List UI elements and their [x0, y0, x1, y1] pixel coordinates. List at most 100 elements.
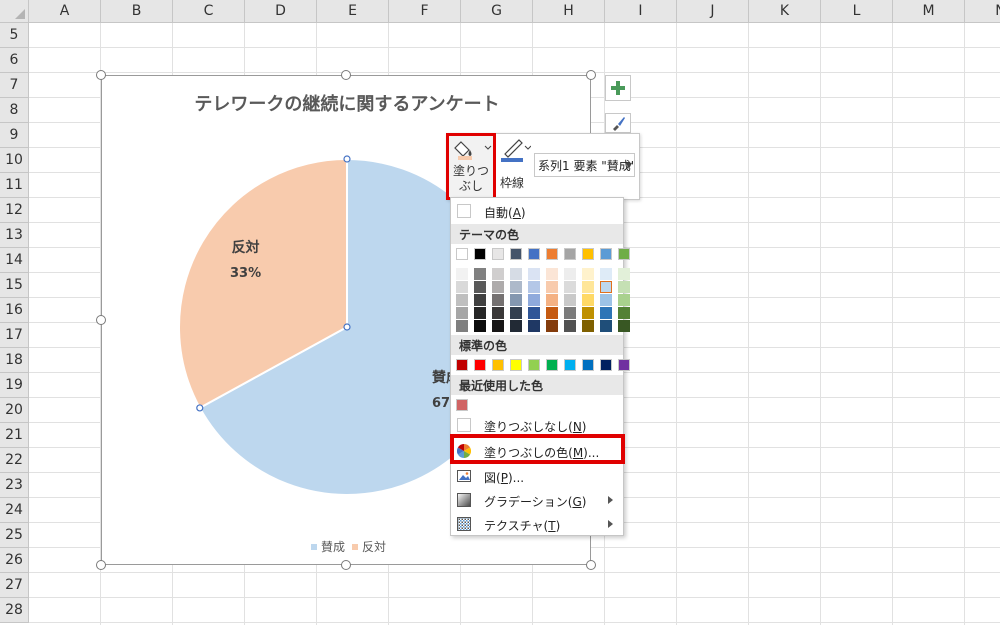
row-header-27[interactable]: 27 — [0, 573, 29, 598]
column-header-N[interactable]: N — [965, 0, 1000, 23]
theme-color-swatch[interactable] — [510, 248, 522, 260]
menu-item-texture[interactable]: テクスチャ(T) — [451, 512, 623, 536]
chart-elements-button[interactable] — [605, 75, 631, 101]
standard-color-swatch[interactable] — [510, 359, 522, 371]
row-header-21[interactable]: 21 — [0, 423, 29, 448]
theme-color-swatch[interactable] — [618, 248, 630, 260]
theme-shade-swatch[interactable] — [456, 294, 468, 306]
column-header-J[interactable]: J — [677, 0, 749, 23]
theme-shade-swatch[interactable] — [456, 268, 468, 280]
column-header-F[interactable]: F — [389, 0, 461, 23]
row-header-17[interactable]: 17 — [0, 323, 29, 348]
column-header-E[interactable]: E — [317, 0, 389, 23]
theme-shade-swatch[interactable] — [510, 307, 522, 319]
row-header-25[interactable]: 25 — [0, 523, 29, 548]
standard-color-swatch[interactable] — [456, 359, 468, 371]
column-header-H[interactable]: H — [533, 0, 605, 23]
theme-shade-swatch[interactable] — [474, 294, 486, 306]
row-header-10[interactable]: 10 — [0, 148, 29, 173]
column-header-C[interactable]: C — [173, 0, 245, 23]
standard-color-swatch[interactable] — [564, 359, 576, 371]
row-header-20[interactable]: 20 — [0, 398, 29, 423]
row-header-19[interactable]: 19 — [0, 373, 29, 398]
theme-shade-swatch[interactable] — [618, 307, 630, 319]
theme-shade-swatch[interactable] — [492, 320, 504, 332]
resize-handle-left[interactable] — [96, 315, 106, 325]
series-element-select[interactable]: 系列1 要素 "賛成" ▼ — [534, 153, 635, 177]
standard-color-swatch[interactable] — [600, 359, 612, 371]
theme-color-swatch[interactable] — [600, 248, 612, 260]
resize-handle-top-left[interactable] — [96, 70, 106, 80]
theme-shade-swatch[interactable] — [618, 281, 630, 293]
row-header-13[interactable]: 13 — [0, 223, 29, 248]
theme-shade-swatch[interactable] — [600, 320, 612, 332]
row-header-24[interactable]: 24 — [0, 498, 29, 523]
theme-shade-swatch[interactable] — [528, 294, 540, 306]
standard-color-swatch[interactable] — [618, 359, 630, 371]
column-header-B[interactable]: B — [101, 0, 173, 23]
row-header-8[interactable]: 8 — [0, 98, 29, 123]
column-header-I[interactable]: I — [605, 0, 677, 23]
theme-shade-swatch[interactable] — [492, 281, 504, 293]
theme-shade-swatch[interactable] — [582, 294, 594, 306]
chart-styles-button[interactable] — [605, 113, 631, 133]
theme-shade-swatch[interactable] — [528, 307, 540, 319]
row-header-26[interactable]: 26 — [0, 548, 29, 573]
theme-shade-swatch[interactable] — [600, 268, 612, 280]
standard-color-swatch[interactable] — [582, 359, 594, 371]
legend-item-agree[interactable]: 賛成 — [311, 538, 345, 555]
row-header-18[interactable]: 18 — [0, 348, 29, 373]
legend-item-oppose[interactable]: 反対 — [352, 538, 386, 555]
row-header-7[interactable]: 7 — [0, 73, 29, 98]
fill-button[interactable]: 塗りつ ぶし — [446, 133, 496, 200]
theme-shade-swatch[interactable] — [564, 320, 576, 332]
standard-color-swatch[interactable] — [474, 359, 486, 371]
row-header-28[interactable]: 28 — [0, 598, 29, 623]
theme-shade-swatch[interactable] — [564, 281, 576, 293]
theme-color-swatch[interactable] — [528, 248, 540, 260]
theme-shade-swatch[interactable] — [510, 320, 522, 332]
theme-shade-swatch[interactable] — [546, 268, 558, 280]
resize-handle-bottom[interactable] — [341, 560, 351, 570]
theme-shade-swatch[interactable] — [474, 307, 486, 319]
theme-shade-swatch[interactable] — [510, 281, 522, 293]
theme-shade-swatch[interactable] — [600, 281, 612, 293]
row-header-15[interactable]: 15 — [0, 273, 29, 298]
column-header-K[interactable]: K — [749, 0, 821, 23]
theme-color-swatch[interactable] — [492, 248, 504, 260]
theme-shade-swatch[interactable] — [600, 307, 612, 319]
theme-shade-swatch[interactable] — [618, 320, 630, 332]
data-label-oppose[interactable]: 反対 33% — [230, 236, 261, 286]
column-header-M[interactable]: M — [893, 0, 965, 23]
theme-shade-swatch[interactable] — [618, 268, 630, 280]
theme-color-swatch[interactable] — [474, 248, 486, 260]
theme-color-swatch[interactable] — [582, 248, 594, 260]
selection-point-marker[interactable] — [196, 404, 204, 412]
theme-shade-swatch[interactable] — [456, 281, 468, 293]
column-header-G[interactable]: G — [461, 0, 533, 23]
theme-shade-swatch[interactable] — [582, 320, 594, 332]
resize-handle-bottom-left[interactable] — [96, 560, 106, 570]
column-header-L[interactable]: L — [821, 0, 893, 23]
theme-shade-swatch[interactable] — [600, 294, 612, 306]
theme-shade-swatch[interactable] — [510, 294, 522, 306]
row-header-12[interactable]: 12 — [0, 198, 29, 223]
theme-shade-swatch[interactable] — [546, 294, 558, 306]
theme-shade-swatch[interactable] — [492, 307, 504, 319]
row-header-23[interactable]: 23 — [0, 473, 29, 498]
theme-shade-swatch[interactable] — [528, 281, 540, 293]
theme-shade-swatch[interactable] — [492, 268, 504, 280]
recent-color-swatch[interactable] — [456, 399, 468, 411]
resize-handle-top-right[interactable] — [586, 70, 596, 80]
theme-color-swatch[interactable] — [564, 248, 576, 260]
selection-point-marker[interactable] — [343, 323, 351, 331]
theme-shade-swatch[interactable] — [618, 294, 630, 306]
select-all-corner[interactable] — [0, 0, 29, 23]
selection-point-marker[interactable] — [343, 155, 351, 163]
theme-shade-swatch[interactable] — [546, 307, 558, 319]
row-header-22[interactable]: 22 — [0, 448, 29, 473]
standard-color-swatch[interactable] — [528, 359, 540, 371]
theme-shade-swatch[interactable] — [564, 294, 576, 306]
resize-handle-bottom-right[interactable] — [586, 560, 596, 570]
theme-color-swatch[interactable] — [456, 248, 468, 260]
